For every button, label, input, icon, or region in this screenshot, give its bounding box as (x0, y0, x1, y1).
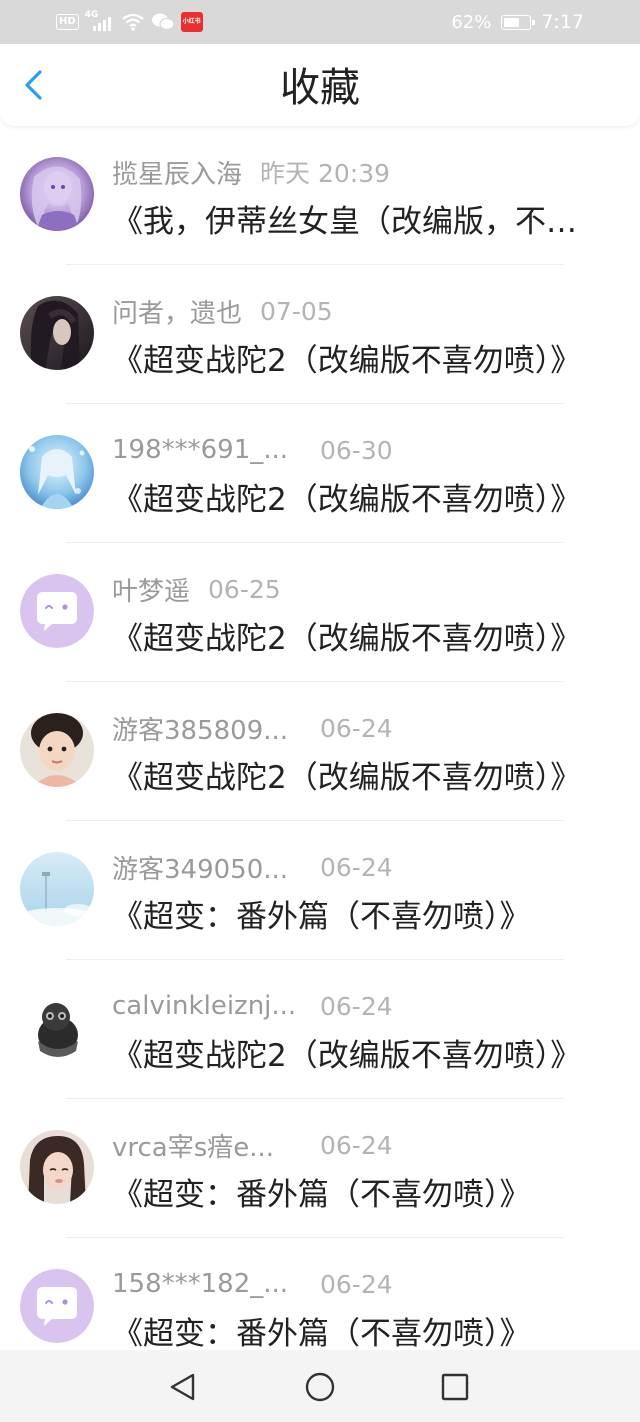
username: vrca宰s瘖e... (112, 1132, 275, 1163)
timestamp: 07-05 (260, 296, 333, 326)
status-bar: HD 4G 小红书 62% 7:17 (0, 0, 640, 44)
battery-percent: 62% (451, 11, 492, 33)
page-title: 收藏 (280, 65, 360, 111)
avatar[interactable] (20, 1130, 94, 1204)
status-right: 62% 7:17 (451, 10, 584, 34)
timestamp: 06-25 (208, 574, 281, 604)
timestamp: 06-24 (320, 852, 393, 882)
favorites-list: 揽星辰入海 昨天 20:39 《我，伊蒂丝女皇（改编版，不喜勿喷）》 (0, 126, 640, 1377)
item-meta: calvinkleiznj... 06-24 (112, 988, 393, 1024)
item-meta: 揽星辰入海 昨天 20:39 (112, 154, 390, 190)
item-meta: 游客349050... 06-24 (112, 849, 393, 885)
post-title[interactable]: 《超变战陀2（改编版不喜勿喷）》 (112, 339, 606, 383)
circle-home-icon[interactable] (303, 1370, 337, 1404)
favorite-item[interactable]: 游客349050... 06-24 《超变：番外篇（不喜勿喷）》 (0, 821, 640, 960)
username: 问者，遗也 (112, 298, 243, 329)
favorite-item[interactable]: vrca宰s瘖e... 06-24 《超变：番外篇（不喜勿喷）》 (0, 1099, 640, 1238)
battery-charging-icon (501, 14, 536, 30)
avatar[interactable] (20, 296, 94, 370)
favorite-item[interactable]: 198***691_... 06-30 《超变战陀2（改编版不喜勿喷）》 (0, 404, 640, 543)
square-recents-icon[interactable] (438, 1370, 472, 1404)
system-nav-bar (0, 1350, 640, 1422)
post-title[interactable]: 《超变：番外篇（不喜勿喷）》 (112, 1173, 606, 1217)
avatar[interactable] (20, 852, 94, 926)
clock: 7:17 (541, 11, 584, 33)
post-title[interactable]: 《超变战陀2（改编版不喜勿喷）》 (112, 756, 606, 800)
avatar[interactable] (20, 157, 94, 231)
favorite-item[interactable]: 游客385809... 06-24 《超变战陀2（改编版不喜勿喷）》 (0, 682, 640, 821)
timestamp: 06-24 (320, 1269, 393, 1299)
hd-icon: HD (56, 14, 79, 30)
username: 揽星辰入海 (112, 159, 243, 190)
avatar[interactable] (20, 991, 94, 1065)
favorite-item[interactable]: 揽星辰入海 昨天 20:39 《我，伊蒂丝女皇（改编版，不喜勿喷）》 (0, 126, 640, 265)
username: 游客349050... (112, 854, 289, 885)
timestamp: 06-24 (320, 1130, 393, 1160)
avatar[interactable] (20, 435, 94, 509)
post-title[interactable]: 《超变战陀2（改编版不喜勿喷）》 (112, 478, 606, 522)
triangle-back-icon[interactable] (166, 1370, 200, 1404)
item-meta: 游客385809... 06-24 (112, 710, 393, 746)
timestamp: 06-30 (320, 435, 393, 465)
screen: HD 4G 小红书 62% 7:17 收藏 揽星辰入海 昨天 20:39 《我，… (0, 0, 640, 1422)
favorite-item[interactable]: calvinkleiznj... 06-24 《超变战陀2（改编版不喜勿喷）》 (0, 960, 640, 1099)
item-meta: 问者，遗也 07-05 (112, 293, 333, 329)
username: 158***182_... (112, 1269, 289, 1299)
username: calvinkleiznj... (112, 991, 297, 1021)
wechat-icon (151, 13, 175, 31)
avatar[interactable] (20, 1269, 94, 1343)
username: 游客385809... (112, 715, 289, 746)
username: 198***691_... (112, 435, 289, 465)
favorite-item[interactable]: 问者，遗也 07-05 《超变战陀2（改编版不喜勿喷）》 (0, 265, 640, 404)
avatar[interactable] (20, 574, 94, 648)
post-title[interactable]: 《超变战陀2（改编版不喜勿喷）》 (112, 1034, 606, 1078)
signal-icon: 4G (85, 11, 115, 33)
avatar[interactable] (20, 713, 94, 787)
item-meta: 叶梦遥 06-25 (112, 571, 281, 607)
item-meta: 198***691_... 06-30 (112, 432, 393, 468)
item-meta: vrca宰s瘖e... 06-24 (112, 1127, 393, 1163)
post-title[interactable]: 《超变战陀2（改编版不喜勿喷）》 (112, 617, 606, 661)
username: 叶梦遥 (112, 576, 191, 607)
app-notification-icon: 小红书 (180, 12, 203, 32)
timestamp: 昨天 20:39 (260, 159, 391, 188)
timestamp: 06-24 (320, 991, 393, 1021)
timestamp: 06-24 (320, 713, 393, 743)
wifi-icon (121, 13, 144, 31)
post-title[interactable]: 《我，伊蒂丝女皇（改编版，不喜勿喷）》 (112, 200, 606, 244)
status-left: HD 4G 小红书 (56, 10, 203, 34)
app-header: 收藏 (0, 44, 640, 126)
item-meta: 158***182_... 06-24 (112, 1266, 393, 1302)
post-title[interactable]: 《超变：番外篇（不喜勿喷）》 (112, 895, 606, 939)
favorite-item[interactable]: 叶梦遥 06-25 《超变战陀2（改编版不喜勿喷）》 (0, 543, 640, 682)
